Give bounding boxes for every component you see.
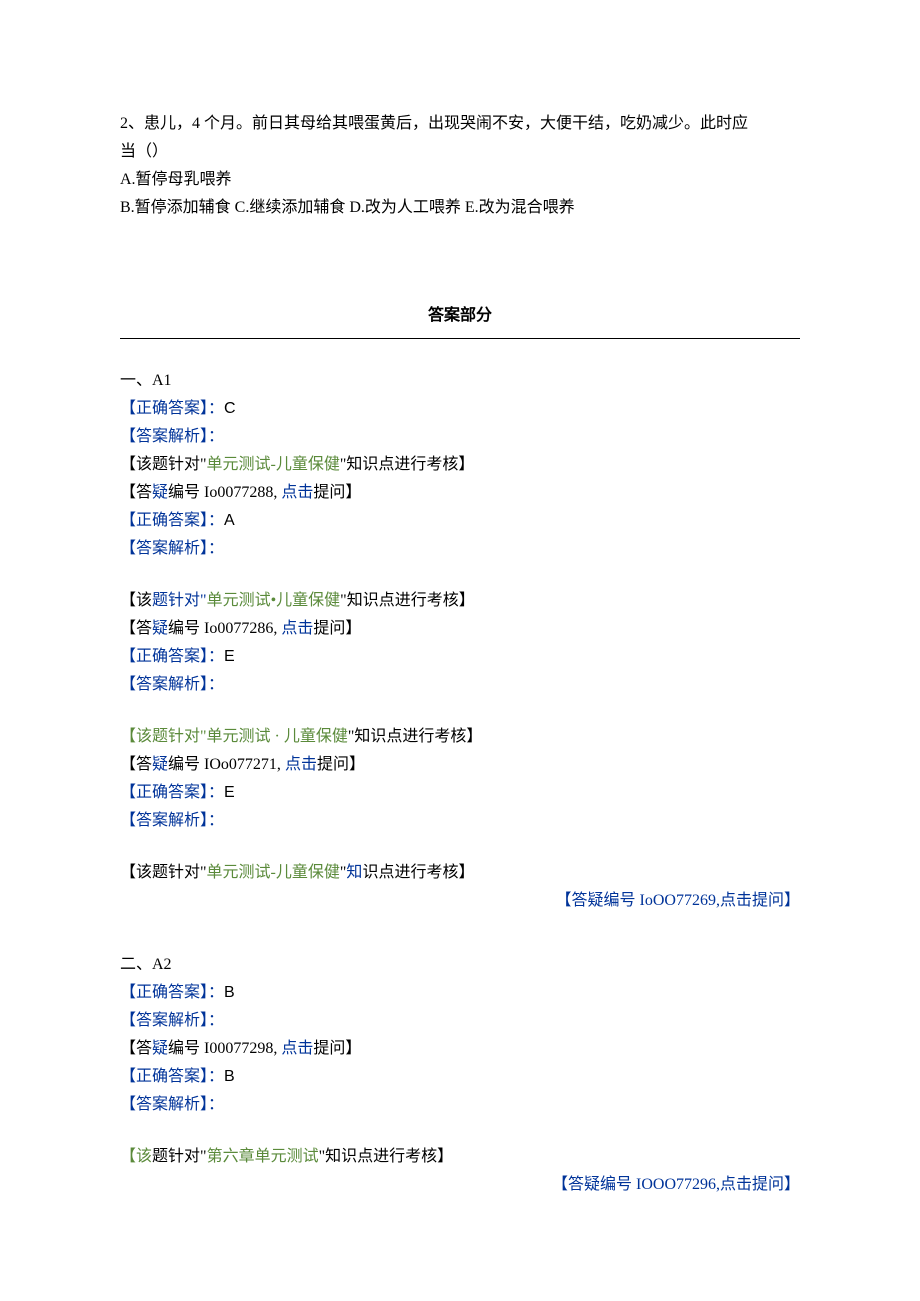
faq-id: Io0077286, — [204, 620, 281, 637]
faq-yiword: 疑 — [152, 756, 168, 773]
topic-rest: 识点进行考核】 — [362, 864, 474, 881]
topic-line: 【该题针对"第六章单元测试"知识点进行考核】 — [120, 1143, 800, 1171]
faq-id: IOo077271, — [204, 756, 285, 773]
topic-suffix: "知识点进行考核】 — [348, 728, 483, 745]
analysis-label: 【答案解析】： — [120, 1007, 800, 1035]
topic-zhiword: 知 — [346, 864, 362, 881]
spacer — [120, 915, 800, 951]
topic-tiword: 题针对" — [152, 1148, 207, 1165]
correct-answer-label: 【正确答案】： — [120, 984, 224, 1001]
divider — [120, 338, 800, 339]
option-a: A.暂停母乳喂养 — [120, 166, 800, 194]
faq-prefix: 【答 — [120, 756, 152, 773]
topic-line: 【该题针对"单元测试 · 儿童保健"知识点进行考核】 — [120, 723, 800, 751]
faq-prefix: 【答 — [120, 484, 152, 501]
faq-right: 【答疑编号 IOOO77296,点击提问】 — [120, 1171, 800, 1199]
faq-line: 【答疑编号 I00077298, 点击提问】 — [120, 1035, 800, 1063]
section-a2: 二、A2 【正确答案】：B 【答案解析】： 【答疑编号 I00077298, 点… — [120, 951, 800, 1199]
document-page: 2、患儿，4 个月。前日其母给其喂蛋黄后，出现哭闹不安，大便干结，吃奶减少。此时… — [0, 0, 920, 1259]
spacer — [120, 835, 800, 859]
options-rest: B.暂停添加辅食 C.继续添加辅食 D.改为人工喂养 E.改为混合喂养 — [120, 194, 800, 222]
faq-prefix: 【答 — [120, 1040, 152, 1057]
correct-answer-label: 【正确答案】： — [120, 512, 224, 529]
correct-answer-label: 【正确答案】： — [120, 648, 224, 665]
correct-answer-label: 【正确答案】： — [120, 784, 224, 801]
topic-name: 第六章单元测试 — [207, 1148, 319, 1165]
topic-name: 单元测试-儿童保健 — [207, 864, 340, 881]
faq-close: 提问】 — [313, 484, 361, 501]
topic-suffix: "知识点进行考核】 — [340, 592, 475, 609]
faq-line: 【答疑编号 IOo077271, 点击提问】 — [120, 751, 800, 779]
answer-value: E — [224, 648, 235, 665]
analysis-label: 【答案解析】： — [120, 671, 800, 699]
topic-line: 【该题针对"单元测试-儿童保健"知识点进行考核】 — [120, 451, 800, 479]
answer-line: 【正确答案】：E — [120, 643, 800, 671]
question-stem-line: 2、患儿，4 个月。前日其母给其喂蛋黄后，出现哭闹不安，大便干结，吃奶减少。此时… — [120, 110, 800, 138]
answer-line: 【正确答案】：B — [120, 1063, 800, 1091]
question-block: 2、患儿，4 个月。前日其母给其喂蛋黄后，出现哭闹不安，大便干结，吃奶减少。此时… — [120, 110, 800, 222]
analysis-label: 【答案解析】： — [120, 423, 800, 451]
faq-close: 提问】 — [313, 620, 361, 637]
topic-name: 单元测试•儿童保健 — [207, 592, 341, 609]
faq-id: I00077298, — [204, 1040, 281, 1057]
question-stem-line: 当（） — [120, 138, 800, 166]
topic-tiword: 题针对" — [152, 592, 207, 609]
spacer — [120, 563, 800, 587]
spacer — [120, 699, 800, 723]
analysis-label: 【答案解析】： — [120, 1091, 800, 1119]
analysis-label: 【答案解析】： — [120, 535, 800, 563]
spacer — [120, 1119, 800, 1143]
faq-close: 提问】 — [317, 756, 365, 773]
faq-mid: 编号 — [168, 620, 204, 637]
answer-value: B — [224, 984, 235, 1001]
topic-l-open: 【该 — [120, 592, 152, 609]
answer-section-header-wrap: 答案部分 — [120, 302, 800, 330]
answer-line: 【正确答案】：C — [120, 395, 800, 423]
faq-mid: 编号 — [168, 756, 204, 773]
topic-prefix: 【该题针对" — [120, 864, 207, 881]
faq-mid: 编号 — [168, 1040, 204, 1057]
faq-mid: 编号 — [168, 484, 204, 501]
topic-line: 【该题针对"单元测试-儿童保健"知识点进行考核】 — [120, 859, 800, 887]
topic-prefix: 【该题针对" — [120, 728, 207, 745]
answer-line: 【正确答案】：E — [120, 779, 800, 807]
faq-id: Io0077288, — [204, 484, 281, 501]
faq-click: 点击 — [285, 756, 317, 773]
faq-click: 点击 — [281, 620, 313, 637]
faq-yiword: 疑 — [152, 1040, 168, 1057]
answer-value: E — [224, 784, 235, 801]
section-heading: 一、A1 — [120, 367, 800, 395]
faq-yiword: 疑 — [152, 484, 168, 501]
topic-l-open: 【该 — [120, 1148, 152, 1165]
topic-suffix: "知识点进行考核】 — [340, 456, 475, 473]
answer-value: B — [224, 1068, 235, 1085]
topic-line: 【该题针对"单元测试•儿童保健"知识点进行考核】 — [120, 587, 800, 615]
faq-close: 提问】 — [313, 1040, 361, 1057]
topic-name: 单元测试-儿童保健 — [207, 456, 340, 473]
answer-line: 【正确答案】：B — [120, 979, 800, 1007]
faq-right: 【答疑编号 IoOO77269,点击提问】 — [120, 887, 800, 915]
faq-yiword: 疑 — [152, 620, 168, 637]
faq-prefix: 【答 — [120, 620, 152, 637]
faq-click: 点击 — [281, 1040, 313, 1057]
topic-prefix: 【该题针对" — [120, 456, 207, 473]
answer-section-header: 答案部分 — [428, 302, 492, 330]
correct-answer-label: 【正确答案】： — [120, 400, 224, 417]
topic-name: 单元测试 · 儿童保健 — [207, 728, 348, 745]
faq-line: 【答疑编号 Io0077288, 点击提问】 — [120, 479, 800, 507]
answer-value: A — [224, 512, 235, 529]
analysis-label: 【答案解析】： — [120, 807, 800, 835]
section-a1: 一、A1 【正确答案】：C 【答案解析】： 【该题针对"单元测试-儿童保健"知识… — [120, 367, 800, 915]
faq-line: 【答疑编号 Io0077286, 点击提问】 — [120, 615, 800, 643]
topic-suffix: "知识点进行考核】 — [319, 1148, 454, 1165]
section-heading: 二、A2 — [120, 951, 800, 979]
faq-click: 点击 — [281, 484, 313, 501]
correct-answer-label: 【正确答案】： — [120, 1068, 224, 1085]
answer-value: C — [224, 400, 236, 417]
answer-line: 【正确答案】：A — [120, 507, 800, 535]
